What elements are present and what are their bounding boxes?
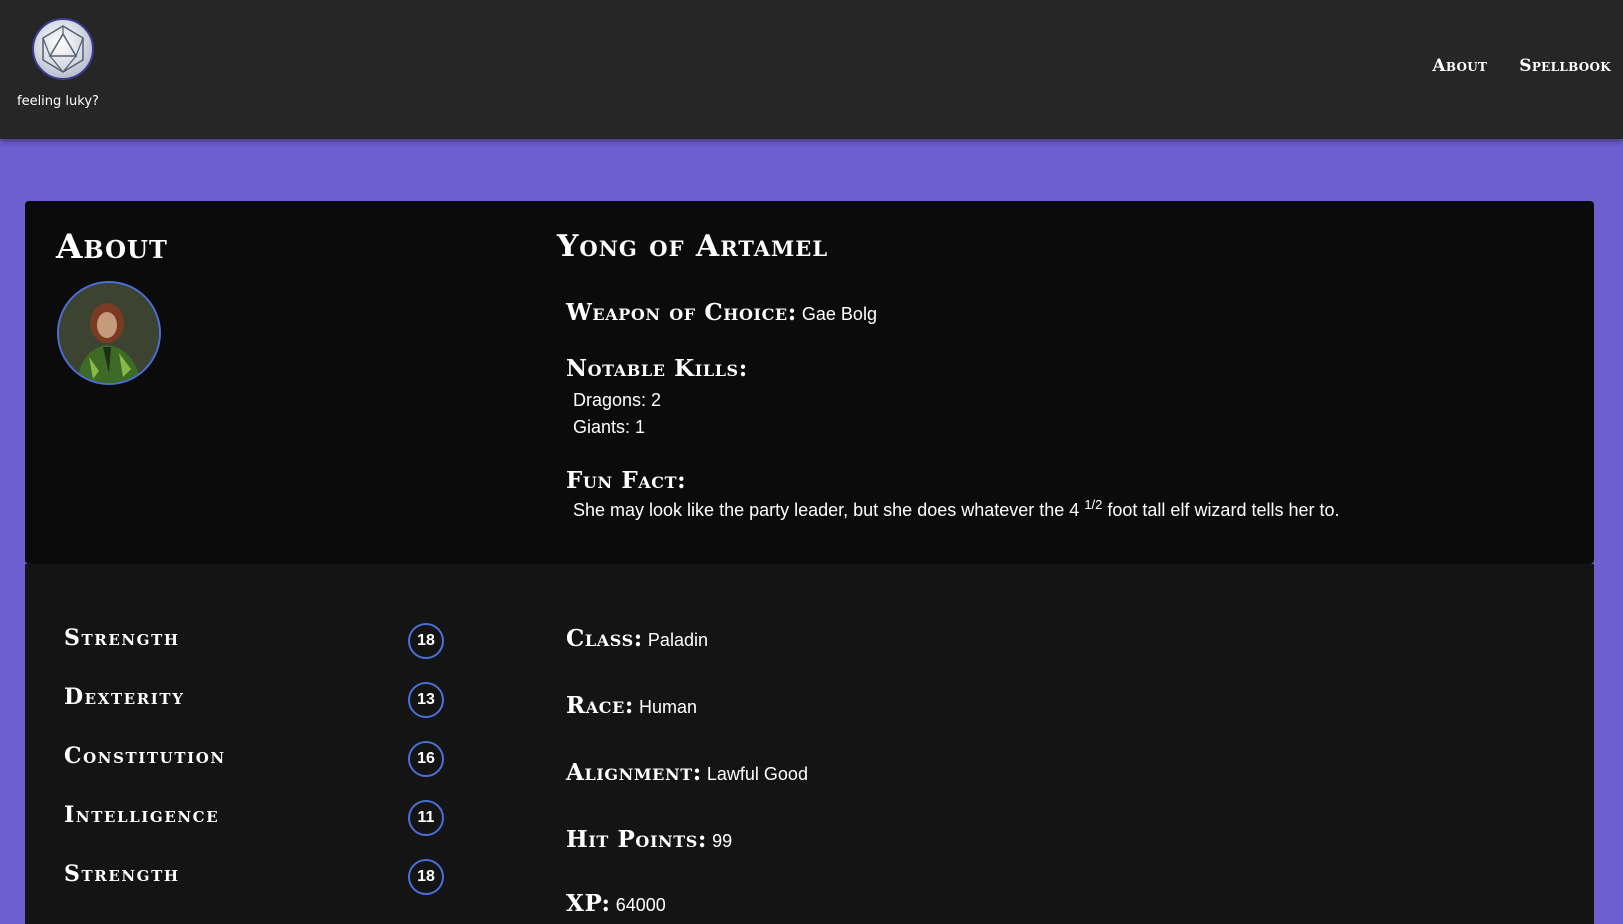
stat-value-badge: 13 xyxy=(408,682,444,718)
stats-card: Strength 18 Dexterity 13 Constitution 16… xyxy=(25,564,1594,924)
about-heading: About xyxy=(56,227,168,267)
xp-field: XP: 64000 xyxy=(566,890,666,917)
alignment-field: Alignment: Lawful Good xyxy=(566,759,808,786)
top-navbar: feeling luky? About Spellbook xyxy=(0,0,1623,139)
stat-value-badge: 18 xyxy=(408,623,444,659)
fun-fact-label: Fun Fact: xyxy=(566,467,687,494)
list-item: Giants: 1 xyxy=(573,417,646,437)
race-label: Race: xyxy=(566,692,634,719)
character-name: Yong of Artamel xyxy=(557,229,829,264)
class-value: Paladin xyxy=(647,630,708,650)
class-field: Class: Paladin xyxy=(566,625,708,652)
nav-about-link[interactable]: About xyxy=(1432,56,1487,76)
xp-value: 64000 xyxy=(615,895,666,915)
race-value: Human xyxy=(639,697,698,717)
stat-row: Intelligence 11 xyxy=(64,800,444,836)
main-nav: About Spellbook xyxy=(1432,56,1611,76)
stat-row: Constitution 16 xyxy=(64,741,444,777)
fun-fact-text: She may look like the party leader, but … xyxy=(573,497,1340,520)
stat-name: Dexterity xyxy=(64,684,185,710)
logo-caption: feeling luky? xyxy=(17,94,99,109)
class-label: Class: xyxy=(566,625,643,652)
stat-name: Strength xyxy=(64,861,180,887)
stat-value-badge: 18 xyxy=(408,859,444,895)
weapon-field: Weapon of Choice: Gae Bolg xyxy=(566,299,877,326)
logo-link[interactable]: feeling luky? xyxy=(14,18,110,109)
hit-points-field: Hit Points: 99 xyxy=(566,826,732,853)
kills-list: Dragons: 2 Giants: 1 xyxy=(573,387,661,441)
race-field: Race: Human xyxy=(566,692,697,719)
hit-points-label: Hit Points: xyxy=(566,826,708,853)
stat-row: Strength 18 xyxy=(64,859,444,895)
weapon-label: Weapon of Choice: xyxy=(566,299,797,326)
stat-name: Intelligence xyxy=(64,802,220,828)
hit-points-value: 99 xyxy=(712,831,733,851)
xp-label: XP: xyxy=(566,890,611,917)
weapon-value: Gae Bolg xyxy=(801,304,877,324)
nav-spellbook-link[interactable]: Spellbook xyxy=(1519,56,1611,76)
stat-value-badge: 16 xyxy=(408,741,444,777)
list-item: Dragons: 2 xyxy=(573,390,662,410)
stat-row: Dexterity 13 xyxy=(64,682,444,718)
about-card: About Yong of Artamel Weapon of Choice: … xyxy=(25,201,1594,564)
stat-name: Strength xyxy=(64,625,180,651)
character-avatar xyxy=(57,281,161,385)
alignment-label: Alignment: xyxy=(566,759,702,786)
d20-dice-icon[interactable] xyxy=(32,18,94,80)
alignment-value: Lawful Good xyxy=(706,764,808,784)
stat-row: Strength 18 xyxy=(64,623,444,659)
notable-kills-label: Notable Kills: xyxy=(566,355,748,382)
stat-value-badge: 11 xyxy=(408,800,444,836)
stat-name: Constitution xyxy=(64,743,226,769)
